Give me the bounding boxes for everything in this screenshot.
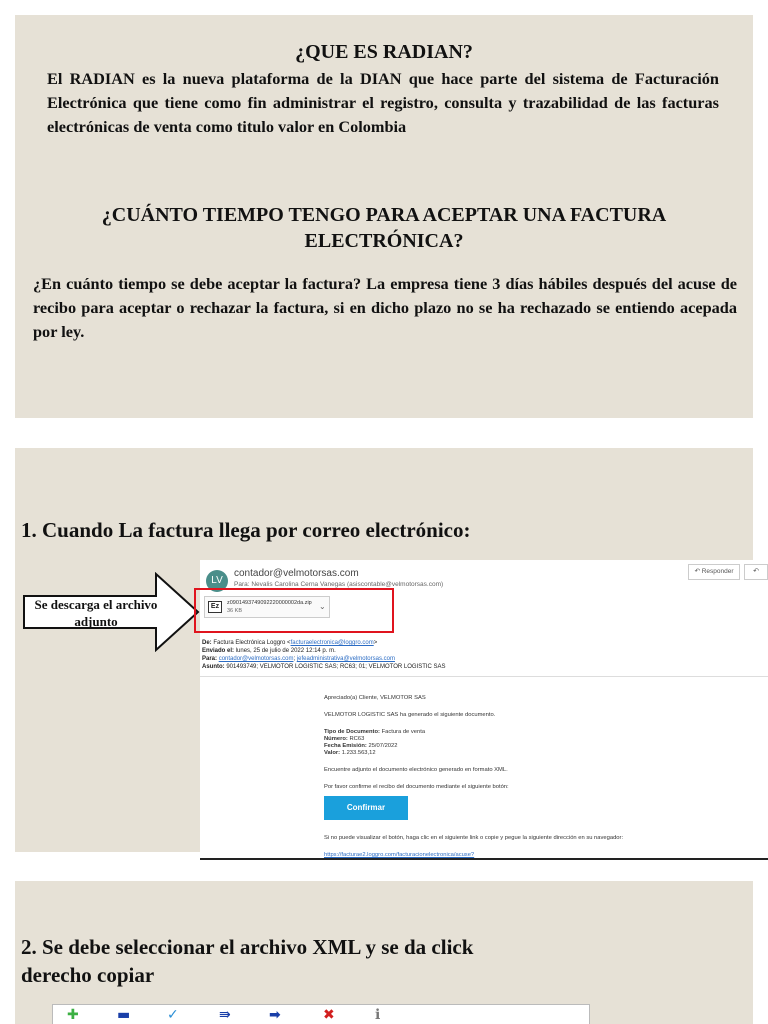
- to-link-1[interactable]: contador@velmotorsas.com: [219, 656, 294, 662]
- header-from: De: Factura Electrónica Loggro <facturae…: [202, 640, 378, 646]
- doc-number: Número: RC63: [324, 736, 365, 742]
- step1-heading: 1. Cuando La factura llega por correo el…: [21, 518, 471, 542]
- reply-icon: ↶: [694, 568, 702, 575]
- radian-info-panel: ¿QUE ES RADIAN? El RADIAN es la nueva pl…: [15, 15, 753, 418]
- acuse-link[interactable]: https://facturae2.loggro.com/facturacion…: [324, 852, 474, 858]
- email-confirm-note: Por favor confirme el recibo del documen…: [324, 784, 509, 790]
- arrow-right-icon[interactable]: ➡: [269, 1007, 281, 1023]
- add-icon[interactable]: ✚: [67, 1007, 79, 1023]
- email-fallback-note: Si no puede visualizar el botón, haga cl…: [324, 835, 624, 841]
- from-link[interactable]: facturaelectronica@loggro.com: [291, 640, 374, 646]
- step2-heading: 2. Se debe seleccionar el archivo XML y …: [21, 935, 474, 987]
- acceptance-time-description: ¿En cuánto tiempo se debe aceptar la fac…: [33, 274, 737, 341]
- minus-icon[interactable]: ▬: [117, 1007, 130, 1023]
- email-recipient: Para: Nevalis Carolina Cerna Vanegas (as…: [234, 581, 444, 588]
- delete-icon[interactable]: ✖: [323, 1007, 335, 1023]
- confirm-button[interactable]: Confirmar: [324, 796, 408, 820]
- radian-description: El RADIAN es la nueva plataforma de la D…: [47, 69, 719, 136]
- doc-type: Tipo de Documento: Factura de venta: [324, 729, 426, 735]
- radian-heading: ¿QUE ES RADIAN?: [295, 41, 473, 63]
- check-icon[interactable]: ✓: [167, 1007, 179, 1023]
- reply-button[interactable]: ↶ Responder: [688, 564, 740, 580]
- file-toolbar: ✚ ▬ ✓ ⇛ ➡ ✖ ℹ: [52, 1004, 590, 1024]
- reply-all-icon: ↶: [753, 568, 759, 575]
- divider: [200, 676, 768, 677]
- reply-label: Responder: [701, 568, 734, 575]
- step2-panel: 2. Se debe seleccionar el archivo XML y …: [15, 881, 753, 1024]
- email-attachment-note: Encuentre adjunto el documento electróni…: [324, 767, 508, 773]
- email-greeting: Apreciado(a) Cliente, VELMOTOR SAS: [324, 695, 426, 701]
- doc-value: Valor: 1.233.563,12: [324, 750, 376, 756]
- header-to: Para: contador@velmotorsas.com; jefeadmi…: [202, 656, 395, 662]
- email-generated: VELMOTOR LOGISTIC SAS ha generado el sig…: [324, 712, 496, 718]
- header-subject: Asunto: 901493749; VELMOTOR LOGISTIC SAS…: [202, 664, 446, 670]
- move-icon[interactable]: ⇛: [219, 1007, 231, 1023]
- acceptance-time-heading: ¿CUÁNTO TIEMPO TENGO PARA ACEPTAR UNA FA…: [101, 204, 667, 252]
- header-sent: Enviado el: lunes, 25 de julio de 2022 1…: [202, 648, 336, 654]
- to-link-2[interactable]: jefeadministrativa@velmotorsas.com: [297, 656, 395, 662]
- doc-date: Fecha Emisión: 25/07/2022: [324, 743, 398, 749]
- email-sender: contador@velmotorsas.com: [234, 568, 359, 579]
- info-icon[interactable]: ℹ: [375, 1007, 380, 1023]
- callout-text: Se descarga el archivo adjunto: [34, 597, 158, 629]
- reply-all-button[interactable]: ↶: [744, 564, 768, 580]
- attachment-highlight: [194, 588, 394, 633]
